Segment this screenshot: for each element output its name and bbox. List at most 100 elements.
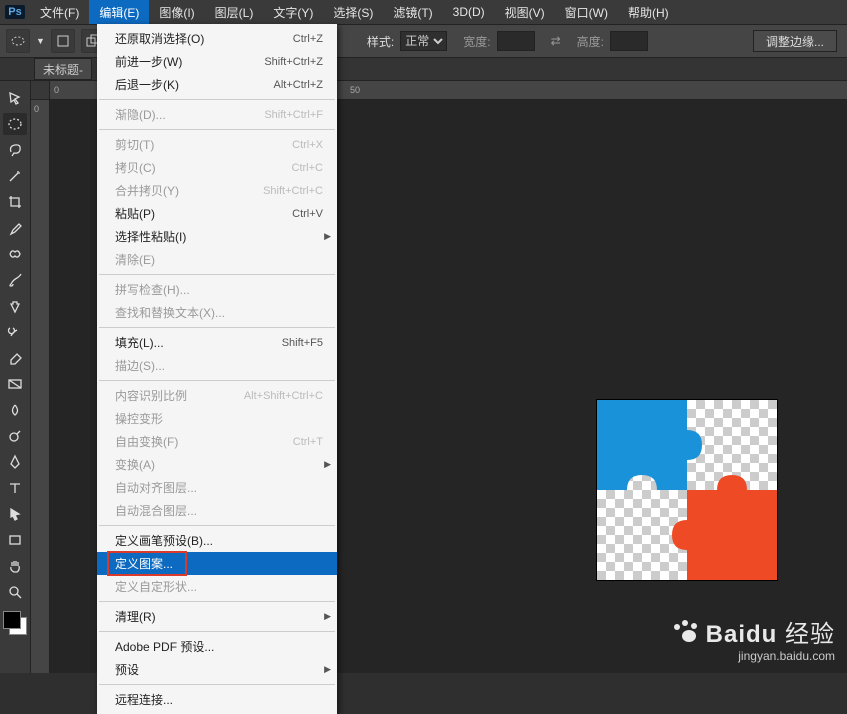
menu-file[interactable]: 文件(F) bbox=[30, 0, 89, 24]
menu-view[interactable]: 视图(V) bbox=[495, 0, 555, 24]
mode-select[interactable]: 正常 bbox=[400, 31, 447, 51]
menu-item[interactable]: 后退一步(K)Alt+Ctrl+Z bbox=[97, 73, 337, 96]
menu-item: 渐隐(D)...Shift+Ctrl+F bbox=[97, 103, 337, 126]
tool-move[interactable] bbox=[3, 87, 27, 109]
tool-history-brush[interactable] bbox=[3, 321, 27, 343]
puzzle-piece-orange bbox=[672, 475, 777, 580]
menu-item[interactable]: 粘贴(P)Ctrl+V bbox=[97, 202, 337, 225]
menu-item-label: 查找和替换文本(X)... bbox=[115, 304, 225, 321]
tool-gradient[interactable] bbox=[3, 373, 27, 395]
menu-help[interactable]: 帮助(H) bbox=[618, 0, 679, 24]
menu-item[interactable]: Adobe PDF 预设... bbox=[97, 635, 337, 658]
menu-item[interactable]: 定义图案... bbox=[97, 552, 337, 575]
tool-crop[interactable] bbox=[3, 191, 27, 213]
menu-item[interactable]: 清理(R) bbox=[97, 605, 337, 628]
menu-item-label: 前进一步(W) bbox=[115, 53, 182, 70]
tool-magic-wand[interactable] bbox=[3, 165, 27, 187]
width-field[interactable] bbox=[497, 31, 535, 51]
paw-icon bbox=[672, 620, 700, 644]
menu-item-label: 清理(R) bbox=[115, 608, 156, 625]
menu-item[interactable]: 填充(L)...Shift+F5 bbox=[97, 331, 337, 354]
tool-blur[interactable] bbox=[3, 399, 27, 421]
tool-lasso[interactable] bbox=[3, 139, 27, 161]
menu-item-label: 变换(A) bbox=[115, 456, 155, 473]
menu-item[interactable]: 远程连接... bbox=[97, 688, 337, 711]
ruler-tick: 0 bbox=[54, 85, 59, 95]
menu-filter[interactable]: 滤镜(T) bbox=[383, 0, 442, 24]
menu-item-shortcut: Ctrl+T bbox=[293, 436, 323, 448]
menu-item-shortcut: Shift+Ctrl+Z bbox=[264, 56, 323, 68]
tool-palette bbox=[0, 81, 31, 673]
tool-dodge[interactable] bbox=[3, 425, 27, 447]
color-swatches[interactable] bbox=[3, 611, 27, 635]
menu-separator bbox=[99, 631, 335, 632]
menu-item-label: 自动混合图层... bbox=[115, 502, 197, 519]
tool-eraser[interactable] bbox=[3, 347, 27, 369]
tool-healing[interactable] bbox=[3, 243, 27, 265]
app-logo: Ps bbox=[0, 0, 30, 24]
document-tab[interactable]: 未标题- bbox=[34, 58, 92, 80]
ruler-tick: 50 bbox=[350, 85, 360, 95]
new-selection-icon[interactable] bbox=[51, 29, 75, 53]
menu-item-shortcut: Ctrl+Z bbox=[293, 33, 323, 45]
tool-brush[interactable] bbox=[3, 269, 27, 291]
menu-item: 自动对齐图层... bbox=[97, 476, 337, 499]
menu-separator bbox=[99, 327, 335, 328]
width-label: 宽度: bbox=[453, 33, 490, 50]
menu-item: 操控变形 bbox=[97, 407, 337, 430]
menu-item-label: 内容识别比例 bbox=[115, 387, 187, 404]
puzzle-piece-blue bbox=[597, 400, 702, 490]
menu-separator bbox=[99, 601, 335, 602]
tool-clone[interactable] bbox=[3, 295, 27, 317]
menu-item-label: 填充(L)... bbox=[115, 334, 164, 351]
puzzle-svg bbox=[597, 400, 777, 580]
tool-zoom[interactable] bbox=[3, 581, 27, 603]
menu-item: 自动混合图层... bbox=[97, 499, 337, 522]
menu-separator bbox=[99, 274, 335, 275]
menu-separator bbox=[99, 129, 335, 130]
ruler-origin[interactable] bbox=[31, 81, 50, 100]
menu-item-shortcut: Alt+Ctrl+Z bbox=[273, 79, 323, 91]
menu-window[interactable]: 窗口(W) bbox=[555, 0, 618, 24]
ruler-tick: 0 bbox=[34, 104, 39, 114]
menu-3d[interactable]: 3D(D) bbox=[443, 0, 495, 24]
menu-type[interactable]: 文字(Y) bbox=[263, 0, 323, 24]
watermark: Baidu 经验 jingyan.baidu.com bbox=[672, 614, 835, 663]
menubar: Ps 文件(F)编辑(E)图像(I)图层(L)文字(Y)选择(S)滤镜(T)3D… bbox=[0, 0, 847, 25]
ruler-vertical[interactable]: 0 bbox=[31, 100, 50, 673]
menu-item: 拷贝(C) Ctrl+C bbox=[97, 156, 337, 179]
menu-select[interactable]: 选择(S) bbox=[323, 0, 383, 24]
menu-item-shortcut: Shift+Ctrl+C bbox=[263, 185, 323, 197]
tool-path-select[interactable] bbox=[3, 503, 27, 525]
menu-item[interactable]: 定义画笔预设(B)... bbox=[97, 529, 337, 552]
menu-item-label: 还原取消选择(O) bbox=[115, 30, 204, 47]
marquee-preset-icon[interactable] bbox=[6, 29, 30, 53]
tool-hand[interactable] bbox=[3, 555, 27, 577]
tool-eyedropper[interactable] bbox=[3, 217, 27, 239]
tool-pen[interactable] bbox=[3, 451, 27, 473]
menu-image[interactable]: 图像(I) bbox=[149, 0, 204, 24]
menu-edit[interactable]: 编辑(E) bbox=[89, 0, 149, 24]
menu-item-label: 粘贴(P) bbox=[115, 205, 155, 222]
tool-type[interactable] bbox=[3, 477, 27, 499]
menu-item: 剪切(T)Ctrl+X bbox=[97, 133, 337, 156]
menu-item-label: 定义图案... bbox=[115, 555, 173, 572]
menu-item-label: 拷贝(C) bbox=[115, 159, 156, 176]
canvas-artwork bbox=[597, 400, 777, 580]
menu-item: 合并拷贝(Y)Shift+Ctrl+C bbox=[97, 179, 337, 202]
menu-item[interactable]: 还原取消选择(O) Ctrl+Z bbox=[97, 27, 337, 50]
menu-item[interactable]: 前进一步(W) Shift+Ctrl+Z bbox=[97, 50, 337, 73]
menu-item-shortcut: Ctrl+C bbox=[292, 162, 323, 174]
menu-item-label: Adobe PDF 预设... bbox=[115, 638, 214, 655]
dropdown-caret-icon[interactable]: ▼ bbox=[36, 36, 45, 46]
height-label: 高度: bbox=[567, 33, 604, 50]
tool-rect-marquee[interactable] bbox=[3, 113, 27, 135]
menu-item[interactable]: 选择性粘贴(I) bbox=[97, 225, 337, 248]
menu-item: 描边(S)... bbox=[97, 354, 337, 377]
menu-item-label: 自由变换(F) bbox=[115, 433, 178, 450]
tool-rectangle[interactable] bbox=[3, 529, 27, 551]
refine-edge-button[interactable]: 调整边缘... bbox=[753, 30, 837, 52]
menu-layer[interactable]: 图层(L) bbox=[205, 0, 264, 24]
swap-wh-icon[interactable]: ⇄ bbox=[541, 34, 561, 48]
height-field[interactable] bbox=[610, 31, 648, 51]
